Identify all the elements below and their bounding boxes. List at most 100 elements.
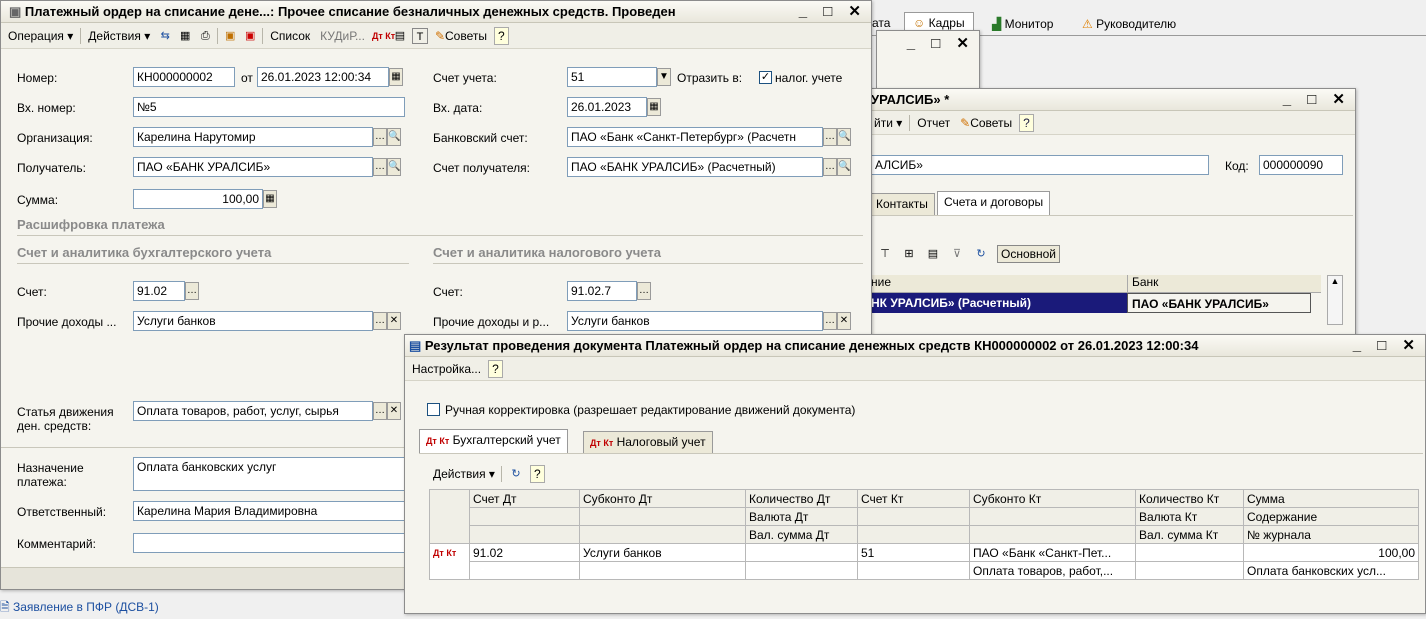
search-icon[interactable]: 🔍 <box>387 128 401 146</box>
tab-accounting[interactable]: Дт Кт Бухгалтерский учет <box>419 429 568 453</box>
tax-checkbox[interactable]: ✓ <box>759 71 772 84</box>
code-label: Код: <box>1225 159 1249 173</box>
move-icon[interactable]: ⇆ <box>157 28 173 44</box>
tips-button[interactable]: ✎Советы <box>432 28 490 44</box>
help-button[interactable]: ? <box>529 465 545 483</box>
in-date-field[interactable]: 26.01.2023 <box>567 97 647 117</box>
kudir-button[interactable]: КУДиР... <box>317 28 368 44</box>
help-button[interactable]: ? <box>488 359 503 378</box>
select-button[interactable]: … <box>637 282 651 300</box>
copy-icon[interactable]: ▤ <box>925 246 941 262</box>
rec-acc-label: Счет получателя: <box>433 161 530 175</box>
table-row[interactable]: Дт Кт 91.02 Услуги банков 51 ПАО «Банк «… <box>429 543 1419 580</box>
tab-contacts[interactable]: Контакты <box>869 193 935 215</box>
search-icon[interactable]: 🔍 <box>387 158 401 176</box>
sort-icon[interactable]: ⊞ <box>901 246 917 262</box>
recipient-field[interactable]: ПАО «БАНК УРАЛСИБ» <box>133 157 373 177</box>
main-button[interactable]: Основной <box>997 245 1061 263</box>
unpost-icon[interactable]: ▣ <box>242 28 258 44</box>
clear-icon[interactable]: ✕ <box>837 312 851 330</box>
report-button[interactable]: Отчет <box>914 115 953 131</box>
account-select[interactable]: 51 <box>567 67 657 87</box>
refresh-icon[interactable]: ↻ <box>508 466 524 482</box>
recipient-label: Получатель: <box>17 161 86 175</box>
tab-kadry-label: Кадры <box>928 16 965 30</box>
separator <box>80 27 82 44</box>
select-button[interactable]: … <box>823 158 837 176</box>
select-button[interactable]: … <box>373 402 387 420</box>
tips-icon: ✎ <box>434 28 446 43</box>
comment-field[interactable] <box>133 533 405 553</box>
tab-accounts[interactable]: Счета и договоры <box>937 191 1051 215</box>
chevron-down-icon[interactable]: ▼ <box>657 68 671 86</box>
clear-filter-icon[interactable]: ⊽ <box>949 246 965 262</box>
number-field[interactable]: КН000000002 <box>133 67 235 87</box>
search-icon[interactable]: 🔍 <box>837 128 851 146</box>
dt-kt-icon[interactable]: Дт Кт <box>372 28 395 44</box>
postings-grid: Счет Дт Субконто Дт Количество Дт Счет К… <box>429 489 1419 580</box>
tips-button[interactable]: ✎Советы <box>957 115 1015 131</box>
select-button[interactable]: … <box>185 282 199 300</box>
org-field[interactable]: Карелина Нарутомир <box>133 127 373 147</box>
tab-data[interactable]: ата <box>872 16 890 30</box>
report-icon[interactable]: ▤ <box>392 28 408 44</box>
scrollbar[interactable]: ▲ <box>1327 275 1343 325</box>
code-field[interactable]: 000000090 <box>1259 155 1343 175</box>
window-controls[interactable]: _ □ ✕ <box>1353 335 1421 357</box>
resp-field[interactable]: Карелина Мария Владимировна <box>133 501 405 521</box>
help-button[interactable]: ? <box>1019 113 1034 132</box>
tab-monitor[interactable]: ▟ Монитор <box>986 14 1059 36</box>
operation-menu[interactable]: Операция ▾ <box>5 28 76 44</box>
bottom-link-label: Заявление в ПФР (ДСВ-1) <box>13 600 159 614</box>
select-button[interactable]: … <box>373 158 387 176</box>
help-button[interactable]: ? <box>494 26 509 45</box>
search-icon[interactable]: 🔍 <box>837 158 851 176</box>
counterparty-title-text: УРАЛСИБ» * <box>871 92 950 107</box>
list-button[interactable]: Список <box>267 28 313 44</box>
window-controls[interactable]: _ □ ✕ <box>1283 89 1351 111</box>
calendar-icon[interactable]: ▦ <box>647 98 661 116</box>
select-button[interactable]: … <box>823 312 837 330</box>
bank-acc-field[interactable]: ПАО «Банк «Санкт-Петербург» (Расчетн <box>567 127 823 147</box>
sum-field[interactable]: 100,00 <box>133 189 263 209</box>
tax-acc-field[interactable]: 91.02.7 <box>567 281 637 301</box>
clear-icon[interactable]: ✕ <box>387 402 401 420</box>
purpose-label-2: платежа: <box>17 475 67 489</box>
actions-menu[interactable]: Действия ▾ <box>433 467 495 481</box>
grid-row[interactable]: НК УРАЛСИБ» (Расчетный) ПАО «БАНК УРАЛСИ… <box>869 293 1321 313</box>
window-controls[interactable]: _ □ ✕ <box>799 1 867 23</box>
header-journal: № журнала <box>1243 525 1419 544</box>
manual-edit-label: Ручная корректировка (разрешает редактир… <box>445 403 856 417</box>
table-row-continued[interactable]: Оплата товаров, работ,... Оплата банковс… <box>430 561 1419 580</box>
post-icon[interactable]: ▣ <box>222 28 238 44</box>
go-button[interactable]: йти ▾ <box>871 115 905 131</box>
rec-acc-field[interactable]: ПАО «БАНК УРАЛСИБ» (Расчетный) <box>567 157 823 177</box>
select-button[interactable]: … <box>373 128 387 146</box>
result-toolbar: Настройка... ? <box>405 357 1425 381</box>
date-field[interactable]: 26.01.2023 12:00:34 <box>257 67 389 87</box>
filter-icon[interactable]: ⊤ <box>877 246 893 262</box>
purpose-field[interactable]: Оплата банковских услуг <box>133 457 405 491</box>
clear-icon[interactable]: ✕ <box>387 312 401 330</box>
print-icon[interactable]: ⎙ <box>197 28 213 44</box>
calendar-icon[interactable]: ▦ <box>389 68 403 86</box>
tab-tax[interactable]: Дт Кт Налоговый учет <box>583 431 713 453</box>
other-income-field[interactable]: Услуги банков <box>133 311 373 331</box>
refresh-icon[interactable]: ↻ <box>973 246 989 262</box>
text-icon[interactable]: T <box>411 27 428 44</box>
settings-button[interactable]: Настройка... <box>409 361 484 377</box>
name-field[interactable]: АЛСИБ» <box>871 155 1209 175</box>
bottom-link[interactable]: 🗎 Заявление в ПФР (ДСВ-1) <box>0 598 159 619</box>
actions-menu[interactable]: Действия ▾ <box>85 28 153 44</box>
structure-icon[interactable]: ▦ <box>177 28 193 44</box>
other-income2-field[interactable]: Услуги банков <box>567 311 823 331</box>
in-number-field[interactable]: №5 <box>133 97 405 117</box>
tab-manager[interactable]: ⚠ Руководителю <box>1076 14 1182 36</box>
window-controls[interactable]: _ □ ✕ <box>907 33 975 55</box>
calculator-icon[interactable]: ▦ <box>263 190 277 208</box>
cashflow-field[interactable]: Оплата товаров, работ, услуг, сырья <box>133 401 373 421</box>
acc-field[interactable]: 91.02 <box>133 281 185 301</box>
manual-edit-checkbox[interactable] <box>427 403 440 416</box>
select-button[interactable]: … <box>373 312 387 330</box>
select-button[interactable]: … <box>823 128 837 146</box>
